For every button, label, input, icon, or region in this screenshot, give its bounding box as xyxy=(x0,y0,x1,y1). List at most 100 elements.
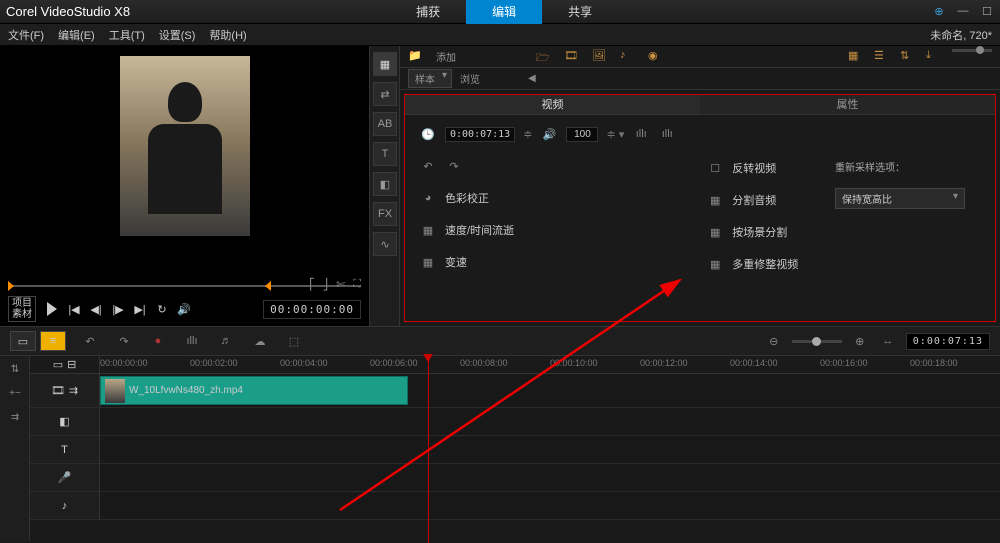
video-clip[interactable]: W_10LfvwNs480_zh.mp4 xyxy=(100,376,408,405)
record-button[interactable]: ● xyxy=(148,331,168,351)
music-track-icon[interactable]: ♪ xyxy=(62,500,68,512)
video-track-icon[interactable]: 🎞 xyxy=(51,384,65,397)
lib-text-icon[interactable]: T xyxy=(373,142,397,166)
lib-fx-icon[interactable]: FX xyxy=(373,202,397,226)
undo-button[interactable]: ↶ xyxy=(80,331,100,351)
lib-transition-icon[interactable]: ⇄ xyxy=(373,82,397,106)
ripple-icon[interactable]: ⇉ xyxy=(4,408,26,426)
lib-overlay-icon[interactable]: ◧ xyxy=(373,172,397,196)
lib-path-icon[interactable]: ∿ xyxy=(373,232,397,256)
volume-input[interactable] xyxy=(566,127,598,142)
scene-icon: ▦ xyxy=(706,223,724,241)
collapse-track-icon[interactable]: ⊟ xyxy=(67,358,76,371)
lib-title-icon[interactable]: AB xyxy=(373,112,397,136)
auto-music-button[interactable]: ♬ xyxy=(216,331,236,351)
expand-track-icon[interactable]: ▭ xyxy=(53,358,63,371)
go-end-button[interactable]: ▶| xyxy=(132,301,148,317)
link-icon[interactable]: ⇉ xyxy=(69,384,78,397)
play-button[interactable] xyxy=(44,301,60,317)
scrub-bar[interactable]: ⎡ ⎦ ✄ ⛶ xyxy=(8,280,361,292)
preview-timecode[interactable]: 00:00:00:00 xyxy=(263,300,361,319)
collapse-icon[interactable]: ◀ xyxy=(528,73,536,84)
track-motion-button[interactable]: ☁ xyxy=(250,331,270,351)
subtitle-button[interactable]: ⬚ xyxy=(284,331,304,351)
folder-icon[interactable]: 📁 xyxy=(408,49,426,65)
storyboard-mode-button[interactable]: ▭ xyxy=(10,331,36,351)
overlay-track: ◧ xyxy=(30,408,1000,436)
variable-speed-button[interactable]: ▦ 变速 xyxy=(419,253,676,271)
loop-button[interactable]: ↻ xyxy=(154,301,170,317)
resample-dropdown[interactable]: 保持宽高比 xyxy=(835,188,965,209)
preview-mode-toggle[interactable]: 项目 素材 xyxy=(8,296,36,322)
options-tab-attribute[interactable]: 属性 xyxy=(700,95,995,115)
lib-media-icon[interactable]: ▦ xyxy=(373,52,397,76)
filter-photo-icon[interactable]: 🖼 xyxy=(592,49,610,65)
rotate-right-icon[interactable]: ↷ xyxy=(445,157,463,175)
title-track-icon[interactable]: T xyxy=(61,444,68,456)
duration-input[interactable]: 0:00:07:13 xyxy=(445,127,515,142)
fade-in-icon[interactable]: ıllı xyxy=(632,125,650,143)
tab-edit[interactable]: 编辑 xyxy=(466,0,542,24)
tab-share[interactable]: 共享 xyxy=(542,0,618,24)
browse-button[interactable]: 浏览 xyxy=(460,71,480,86)
zoom-in-button[interactable]: ⊕ xyxy=(850,331,870,351)
filter-disc-icon[interactable]: ◉ xyxy=(648,49,666,65)
mark-in-icon[interactable]: ⎡ xyxy=(309,278,315,291)
cut-icon[interactable]: ✄ xyxy=(336,278,345,291)
multi-trim-button[interactable]: ▦ 多重修整视频 xyxy=(706,255,798,273)
import-icon[interactable]: ⤓ xyxy=(926,49,944,65)
menu-tools[interactable]: 工具(T) xyxy=(109,27,145,43)
audio-mixer-button[interactable]: ıllı xyxy=(182,331,202,351)
timeline-mode-button[interactable]: ≡ xyxy=(40,331,66,351)
voice-track-icon[interactable]: 🎤 xyxy=(58,471,72,484)
split-audio-button[interactable]: ▦ 分割音频 xyxy=(706,191,798,209)
video-preview[interactable] xyxy=(6,52,363,274)
view-list-icon[interactable]: ☰ xyxy=(874,49,892,65)
overlay-track-icon[interactable]: ◧ xyxy=(59,415,69,428)
color-correction-button[interactable]: ◕ 色彩校正 xyxy=(419,189,676,207)
split-scene-button[interactable]: ▦ 按场景分割 xyxy=(706,223,798,241)
expand-icon[interactable]: ⛶ xyxy=(353,278,361,291)
menu-edit[interactable]: 编辑(E) xyxy=(58,27,95,43)
mark-out-icon[interactable]: ⎦ xyxy=(323,278,329,291)
globe-icon[interactable]: ⊕ xyxy=(932,5,946,19)
timeline-timecode[interactable]: 0:00:07:13 xyxy=(906,333,990,350)
prev-frame-button[interactable]: ◀| xyxy=(88,301,104,317)
add-track-icon[interactable]: +− xyxy=(4,384,26,402)
menu-file[interactable]: 文件(F) xyxy=(8,27,44,43)
rotate-left-icon[interactable]: ↶ xyxy=(419,157,437,175)
speed-button[interactable]: ▦ 速度/时间流逝 xyxy=(419,221,676,239)
zoom-out-button[interactable]: ⊖ xyxy=(764,331,784,351)
reverse-video-checkbox[interactable]: ☐ 反转视频 xyxy=(706,159,798,177)
rotate-buttons: ↶ ↷ xyxy=(419,157,676,175)
zoom-slider[interactable] xyxy=(792,340,842,343)
view-thumb-icon[interactable]: ▦ xyxy=(848,49,866,65)
maximize-button[interactable]: ☐ xyxy=(980,5,994,19)
open-folder-icon[interactable]: 🗁 xyxy=(536,49,554,65)
playback-controls: 项目 素材 |◀ ◀| |▶ ▶| ↻ 🔊 00:00:00:00 xyxy=(0,292,369,326)
minimize-button[interactable]: — xyxy=(956,5,970,19)
redo-button[interactable]: ↷ xyxy=(114,331,134,351)
menu-settings[interactable]: 设置(S) xyxy=(159,27,196,43)
sort-icon[interactable]: ⇅ xyxy=(900,49,918,65)
filter-video-icon[interactable]: 🎞 xyxy=(564,49,582,65)
timeline-ruler[interactable]: 00:00:00:00 00:00:02:00 00:00:04:00 00:0… xyxy=(100,356,1000,373)
tab-capture[interactable]: 捕获 xyxy=(390,0,466,24)
fit-timeline-button[interactable]: ↔ xyxy=(878,331,898,351)
filter-audio-icon[interactable]: ♪ xyxy=(620,49,638,65)
spinner-icon[interactable]: ≑ xyxy=(523,128,532,141)
menu-help[interactable]: 帮助(H) xyxy=(209,27,246,43)
fade-out-icon[interactable]: ıllı xyxy=(658,125,676,143)
mark-out-handle[interactable] xyxy=(265,281,271,291)
options-tab-video[interactable]: 视频 xyxy=(405,95,700,115)
library-folder-dropdown[interactable]: 样本 xyxy=(408,69,452,88)
video-track: 🎞 ⇉ W_10LfvwNs480_zh.mp4 xyxy=(30,374,1000,408)
library-category-strip: ▦ ⇄ AB T ◧ FX ∿ xyxy=(370,46,400,326)
sound-button[interactable]: 🔊 xyxy=(176,301,192,317)
add-folder-button[interactable]: 添加 xyxy=(436,49,456,64)
toggle-all-tracks-icon[interactable]: ⇅ xyxy=(4,360,26,378)
spinner-icon-2[interactable]: ≑ ▾ xyxy=(606,128,624,141)
go-start-button[interactable]: |◀ xyxy=(66,301,82,317)
next-frame-button[interactable]: |▶ xyxy=(110,301,126,317)
mark-in-handle[interactable] xyxy=(8,281,14,291)
